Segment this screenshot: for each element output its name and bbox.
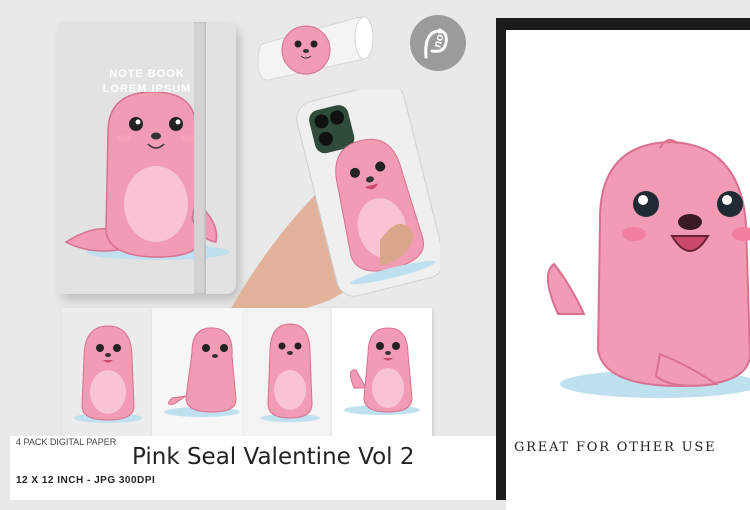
framed-poster: GREAT FOR OTHER USE: [496, 18, 750, 510]
poster-tagline: GREAT FOR OTHER USE: [514, 440, 717, 455]
seal-illustration-paper3: [260, 323, 320, 422]
pack-label: 4 PACK DIGITAL PAPER: [16, 437, 117, 447]
cup-mockup: [257, 16, 374, 81]
brand-logo: noy: [410, 15, 466, 71]
poster-mat: GREAT FOR OTHER USE: [506, 30, 750, 510]
seal-illustration-paper4: [344, 327, 420, 415]
notebook-elastic-strap: [194, 22, 206, 294]
digital-paper-4: [332, 308, 432, 436]
seal-illustration-paper1: [74, 325, 142, 423]
digital-paper-3: [244, 308, 336, 436]
phone-case-mockup: [230, 90, 440, 320]
seal-illustration-paper2: [164, 327, 240, 417]
notebook-mockup: NOTE BOOK LOREM IPSUM DESIGN: [58, 22, 236, 294]
product-title: Pink Seal Valentine Vol 2: [132, 444, 415, 470]
seal-illustration-notebook: [64, 92, 230, 260]
product-caption: 4 PACK DIGITAL PAPER Pink Seal Valentine…: [10, 436, 500, 500]
seal-illustration-poster: [547, 138, 750, 398]
notebook-title-line1: NOTE BOOK: [109, 68, 185, 80]
digital-paper-1: [62, 308, 154, 436]
digital-paper-2: [152, 308, 244, 436]
product-specs: 12 X 12 INCH - JPG 300DPI: [16, 475, 156, 486]
